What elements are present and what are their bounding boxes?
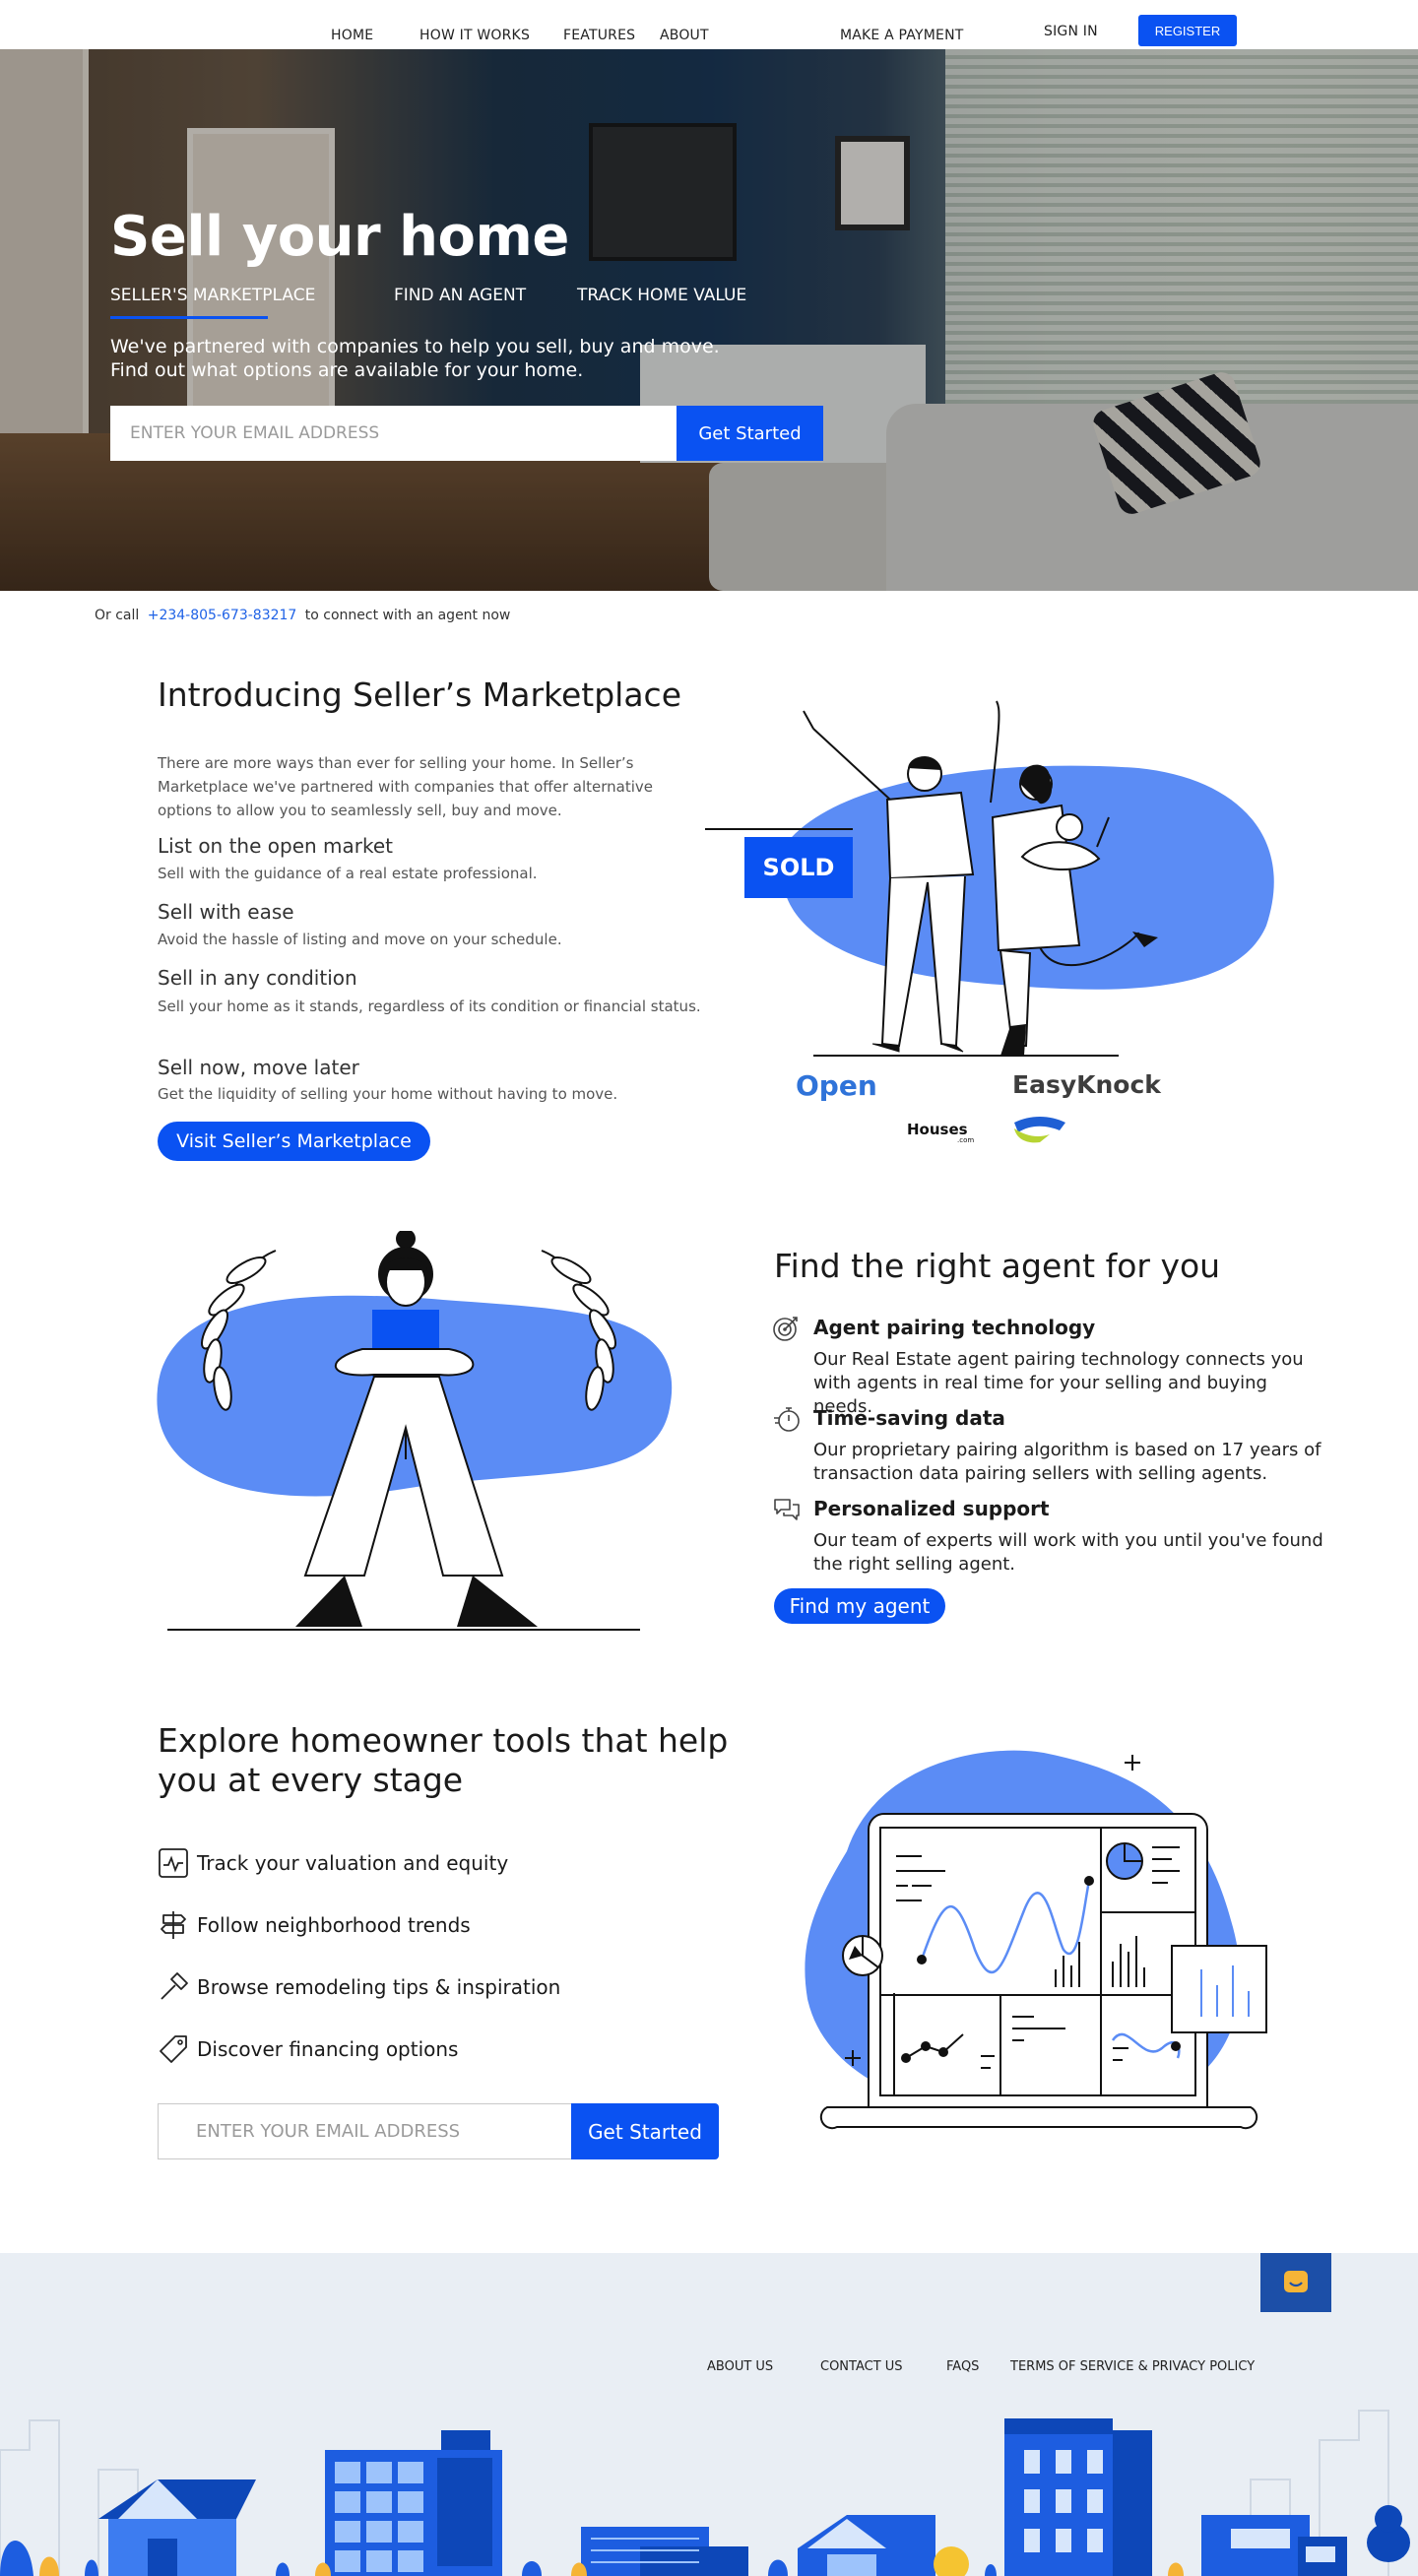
active-tab-indicator [110,316,268,319]
tool-label: Track your valuation and equity [197,1851,509,1875]
stopwatch-icon [774,1407,800,1432]
marketplace-item-heading: Sell in any condition [158,966,357,990]
find-my-agent-button[interactable]: Find my agent [774,1588,945,1624]
marketplace-item-heading: Sell now, move later [158,1056,359,1079]
marketplace-title: Introducing Seller’s Marketplace [158,676,681,714]
call-line: Or call +234-805-673-83217 to connect wi… [95,608,510,623]
register-button[interactable]: REGISTER [1138,15,1237,46]
agent-item-text: Our team of experts will work with you u… [813,1530,1323,1575]
tools-email-form: Get Started [158,2103,719,2159]
footer: ABOUT US CONTACT US FAQS TERMS OF SERVIC… [0,2253,1418,2576]
call-prefix: Or call [95,608,140,623]
tools-get-started-button[interactable]: Get Started [571,2103,719,2159]
tab-sellers-marketplace[interactable]: SELLER'S MARKETPLACE [110,286,315,313]
target-icon [773,1317,798,1341]
agent-item-text: Our proprietary pairing algorithm is bas… [813,1440,1321,1484]
hammer-icon [161,1972,188,2000]
tool-label: Follow neighborhood trends [197,1913,471,1937]
tools-email-input[interactable] [158,2103,571,2159]
tool-label: Browse remodeling tips & inspiration [197,1975,561,1999]
nav-home-link[interactable]: HOME [331,28,373,43]
hero-email-form: Get Started [110,406,823,461]
hero-description: We've partnered with companies to help y… [110,336,720,381]
hero-photo-overlay [0,49,1418,591]
signpost-icon [161,1911,186,1939]
chart-line-icon [159,1848,188,1878]
marketplace-item-text: Get the liquidity of selling your home w… [158,1085,618,1103]
agent-woman-illustration [157,1231,673,1631]
visit-marketplace-button[interactable]: Visit Seller’s Marketplace [158,1122,430,1161]
tab-track-home-value[interactable]: TRACK HOME VALUE [577,286,746,305]
city-skyline-illustration [0,2410,1410,2576]
nav-about-link[interactable]: ABOUT [660,28,709,43]
partner-logo-swoosh [1014,1117,1065,1132]
phone-link[interactable]: +234-805-673-83217 [148,608,297,623]
marketplace-item-text: Sell with the guidance of a real estate … [158,865,538,882]
nav-make-payment-link[interactable]: MAKE A PAYMENT [840,28,964,43]
chat-bubbles-icon [774,1499,800,1520]
nav-how-it-works-link[interactable]: HOW IT WORKS [419,28,530,43]
sold-sign-text: SOLD [763,854,835,881]
marketplace-item-text: Sell your home as it stands, regardless … [158,998,701,1015]
agent-item-heading: Time-saving data [813,1406,1005,1430]
chat-icon [1284,2271,1308,2292]
partner-logo-open: Open [796,1069,877,1102]
tools-title: Explore homeowner tools that help you at… [158,1721,729,1799]
hero-email-input[interactable] [110,406,677,461]
call-suffix: to connect with an agent now [304,608,511,623]
price-tag-icon [160,2035,187,2063]
partner-logo-easyknock: EasyKnock [1012,1070,1162,1099]
hero-title: Sell your home [110,205,569,269]
chat-button[interactable] [1260,2253,1331,2312]
nav-sign-in-link[interactable]: SIGN IN [1044,24,1098,39]
marketplace-item-text: Avoid the hassle of listing and move on … [158,931,562,948]
nav-features-link[interactable]: FEATURES [563,28,635,43]
dashboard-laptop-illustration [805,1750,1267,2130]
top-navigation: HOME HOW IT WORKS FEATURES ABOUT MAKE A … [0,0,1418,49]
hero-get-started-button[interactable]: Get Started [677,406,823,461]
tool-label: Discover financing options [197,2037,459,2061]
sold-couple-illustration: SOLD Open EasyKnock Houses .com [705,700,1274,1144]
marketplace-item-heading: Sell with ease [158,900,294,924]
tab-find-an-agent[interactable]: FIND AN AGENT [394,286,526,305]
marketplace-intro: There are more ways than ever for sellin… [158,754,653,819]
marketplace-item-heading: List on the open market [158,834,394,858]
agent-item-heading: Agent pairing technology [813,1316,1096,1339]
partner-logo-houses-sub: .com [957,1136,974,1144]
agent-item-heading: Personalized support [813,1497,1050,1520]
agent-title: Find the right agent for you [774,1247,1221,1285]
hero-section: Sell your home SELLER'S MARKETPLACE FIND… [0,49,1418,591]
